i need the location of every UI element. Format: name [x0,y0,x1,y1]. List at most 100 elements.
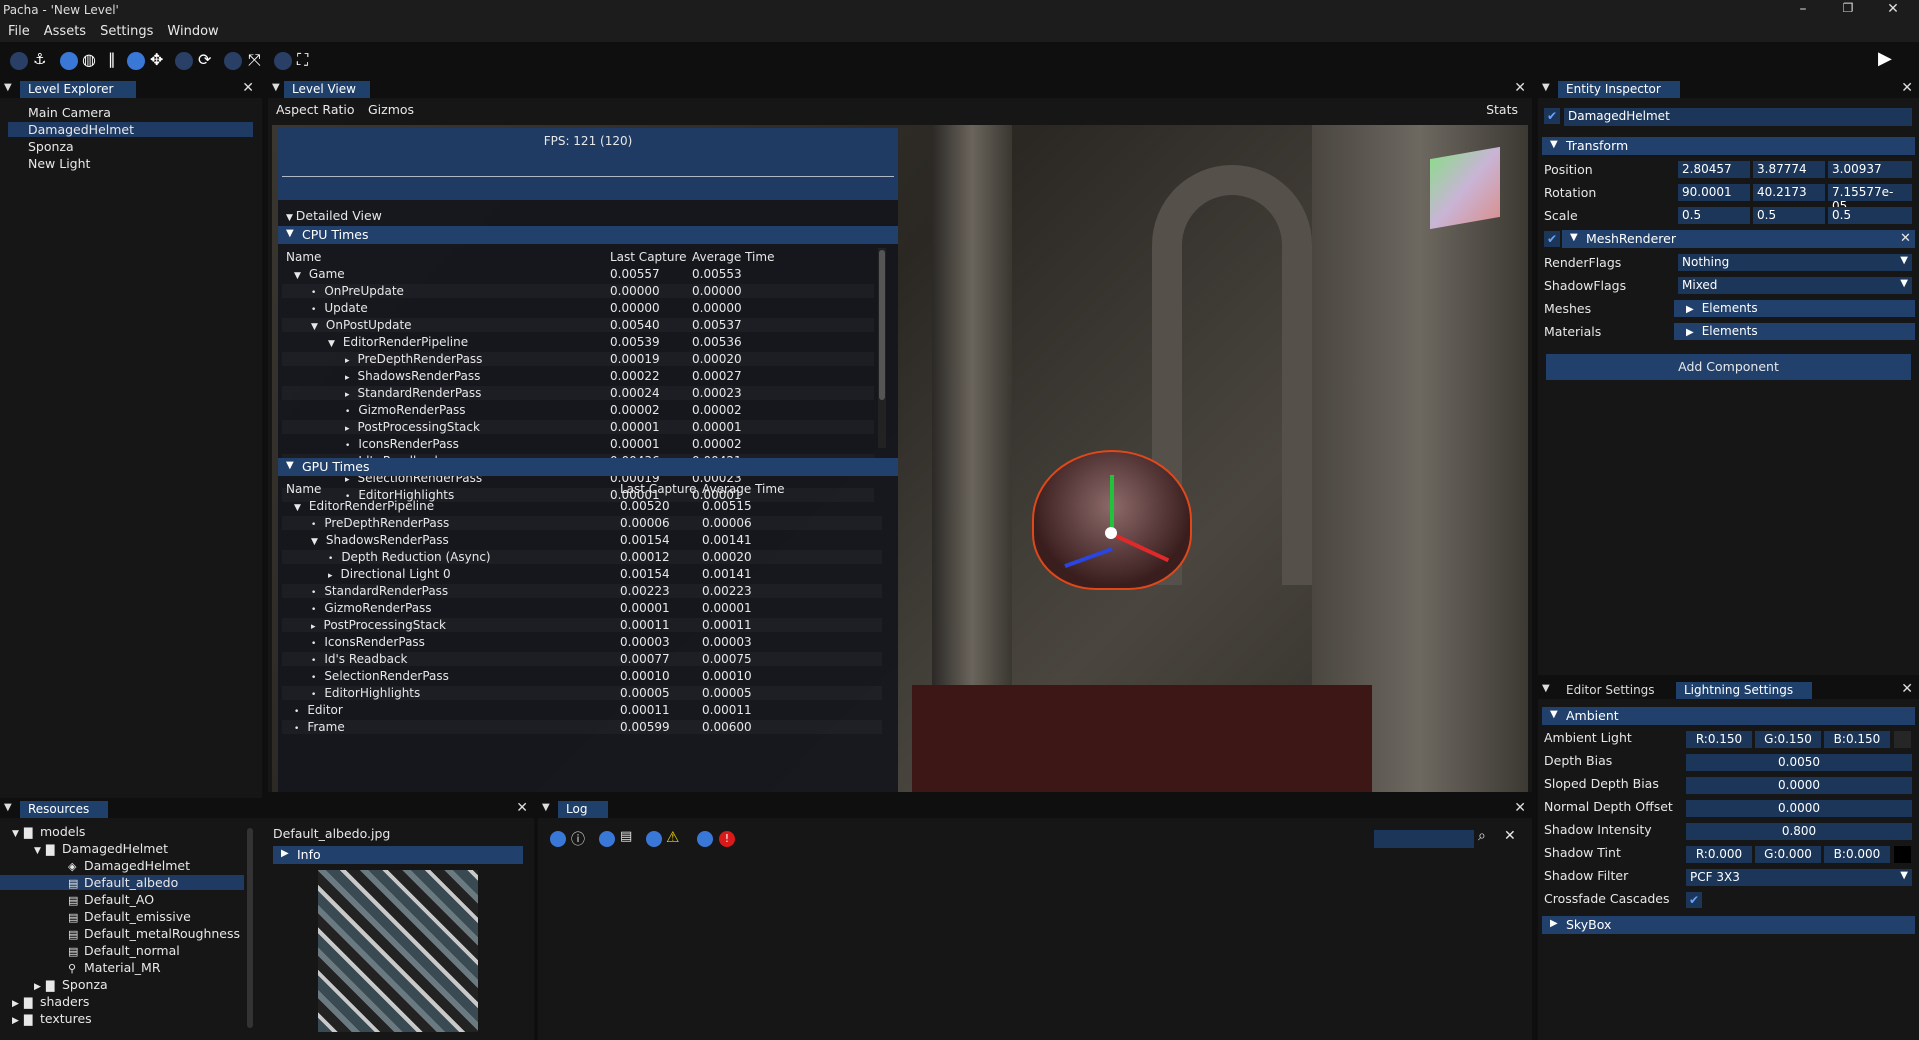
resource-item[interactable]: ▤ Default_emissive [0,909,244,924]
close-icon[interactable]: ✕ [1901,80,1913,96]
resource-item[interactable]: ▤ Default_AO [0,892,244,907]
globe-icon[interactable]: ◍ [82,50,96,69]
resource-item[interactable]: ⚲ Material_MR [0,960,244,975]
info-header[interactable]: ▶ Info [273,846,523,864]
close-icon[interactable]: ✕ [1901,681,1913,697]
ambient-color-swatch[interactable] [1894,731,1911,748]
meshes-elements-toggle[interactable]: ▶ Elements [1674,300,1915,317]
menu-window[interactable]: Window [159,22,224,39]
resource-item[interactable]: ▼ ▇ DamagedHelmet [0,841,244,856]
sloped-depth-bias-field[interactable]: 0.0000 [1686,777,1912,794]
transform-header[interactable]: ▼ Transform [1542,137,1915,155]
table-row[interactable]: ▸ PostProcessingStack 0.00011 0.00011 [282,618,882,632]
stats-menu[interactable]: Stats [1486,102,1518,117]
scale-icon[interactable]: ⤧ [248,50,261,70]
rotation-y-field[interactable]: 40.2173 [1753,184,1825,201]
resource-item[interactable]: ▶ ▇ textures [0,1011,244,1026]
resources-scrollbar[interactable] [247,828,253,1028]
restore-icon[interactable]: ❐ [1838,1,1858,15]
toggle-icon[interactable] [646,831,662,847]
table-row[interactable]: • Depth Reduction (Async) 0.00012 0.00020 [282,550,882,564]
remove-component-icon[interactable]: ✕ [1900,231,1911,246]
table-row[interactable]: ▼ Game 0.00557 0.00553 [282,267,874,281]
minimize-icon[interactable]: – [1793,1,1813,17]
toggle-icon[interactable] [274,52,292,70]
table-row[interactable]: • PreDepthRenderPass 0.00006 0.00006 [282,516,882,530]
gpu-times-header[interactable]: ▼ GPU Times [278,458,898,476]
crossfade-cascades-checkbox[interactable]: ✔ [1686,892,1702,908]
tab-entity-inspector[interactable]: Entity Inspector [1558,81,1680,98]
tree-arrow-icon[interactable]: ▶ [12,1016,24,1026]
pause-icon[interactable]: ‖ [108,50,116,68]
warning-icon[interactable]: ⚠ [666,828,679,846]
menu-assets[interactable]: Assets [36,22,92,39]
resource-item[interactable]: ▶ ▇ shaders [0,994,244,1009]
shadow-tint-swatch[interactable] [1894,846,1911,863]
close-icon[interactable]: ✕ [1514,80,1526,96]
table-row[interactable]: ▸ PostProcessingStack 0.00001 0.00001 [282,420,874,434]
detailed-view-toggle[interactable]: ▼ Detailed View [286,208,382,223]
level-item-new-light[interactable]: New Light [28,156,90,171]
ambient-g-field[interactable]: G:0.150 [1755,731,1821,748]
close-icon[interactable]: ✕ [1514,800,1526,816]
collapse-icon[interactable]: ▼ [4,82,12,93]
level-item-sponza[interactable]: Sponza [28,139,74,154]
info-icon[interactable]: ⓘ [571,829,585,849]
toggle-icon[interactable] [697,831,713,847]
table-row[interactable]: • Editor 0.00011 0.00011 [282,703,882,717]
view-cube-icon[interactable] [1430,146,1500,230]
entity-enabled-checkbox[interactable]: ✔ [1544,108,1560,124]
materials-elements-toggle[interactable]: ▶ Elements [1674,323,1915,340]
table-row[interactable]: ▼ EditorRenderPipeline 0.00520 0.00515 [282,499,882,513]
tab-resources[interactable]: Resources [20,801,108,818]
table-row[interactable]: ▼ OnPostUpdate 0.00540 0.00537 [282,318,874,332]
scale-z-field[interactable]: 0.5 [1828,207,1912,224]
position-z-field[interactable]: 3.00937 [1828,161,1912,178]
error-icon[interactable]: ! [719,831,735,847]
renderflags-dropdown[interactable]: Nothing ▼ [1678,254,1912,271]
collapse-icon[interactable]: ▼ [1542,683,1550,694]
shadow-tint-b-field[interactable]: B:0.000 [1824,846,1890,863]
rotation-z-field[interactable]: 7.15577e-05 [1828,184,1912,213]
skybox-header[interactable]: ▶ SkyBox [1542,916,1915,934]
resource-item[interactable]: ▤ Default_metalRoughness [0,926,244,941]
table-row[interactable]: • EditorHighlights 0.00005 0.00005 [282,686,882,700]
toggle-icon[interactable] [60,52,78,70]
log-search-input[interactable] [1374,830,1474,848]
level-item-main-camera[interactable]: Main Camera [28,105,111,120]
menu-file[interactable]: File [0,22,36,39]
ambient-header[interactable]: ▼ Ambient [1542,707,1915,725]
cpu-times-header[interactable]: ▼ CPU Times [278,226,898,244]
table-row[interactable]: ▸ StandardRenderPass 0.00024 0.00023 [282,386,874,400]
resource-item[interactable]: ◈ DamagedHelmet [0,858,244,873]
collapse-icon[interactable]: ▼ [4,802,12,813]
entity-name-field[interactable]: DamagedHelmet [1564,108,1912,126]
depth-bias-field[interactable]: 0.0050 [1686,754,1912,771]
table-row[interactable]: • Update 0.00000 0.00000 [282,301,874,315]
fullscreen-icon[interactable]: ⛶ [297,50,308,70]
table-row[interactable]: ▼ ShadowsRenderPass 0.00154 0.00141 [282,533,882,547]
close-window-icon[interactable]: ✕ [1883,1,1903,17]
toggle-icon[interactable] [175,52,193,70]
table-row[interactable]: ▼ EditorRenderPipeline 0.00539 0.00536 [282,335,874,349]
collapse-icon[interactable]: ▼ [272,82,280,93]
table-row[interactable]: • SelectionRenderPass 0.00010 0.00010 [282,669,882,683]
menu-settings[interactable]: Settings [92,22,159,39]
position-x-field[interactable]: 2.80457 [1678,161,1750,178]
tree-arrow-icon[interactable]: ▶ [12,999,24,1009]
table-row[interactable]: ▸ PreDepthRenderPass 0.00019 0.00020 [282,352,874,366]
rotation-x-field[interactable]: 90.0001 [1678,184,1750,201]
tab-level-view[interactable]: Level View [284,81,370,98]
ambient-b-field[interactable]: B:0.150 [1824,731,1890,748]
close-icon[interactable]: ✕ [516,800,528,816]
shadow-intensity-field[interactable]: 0.800 [1686,823,1912,840]
toggle-icon[interactable] [224,52,242,70]
tab-log[interactable]: Log [558,801,608,818]
move-icon[interactable]: ✥ [150,50,163,69]
close-icon[interactable]: ✕ [242,80,254,96]
normal-depth-offset-field[interactable]: 0.0000 [1686,800,1912,817]
table-row[interactable]: • StandardRenderPass 0.00223 0.00223 [282,584,882,598]
play-icon[interactable]: ▶ [1878,48,1892,69]
rotate-icon[interactable]: ⟳ [198,50,211,69]
gizmos-menu[interactable]: Gizmos [368,102,414,117]
